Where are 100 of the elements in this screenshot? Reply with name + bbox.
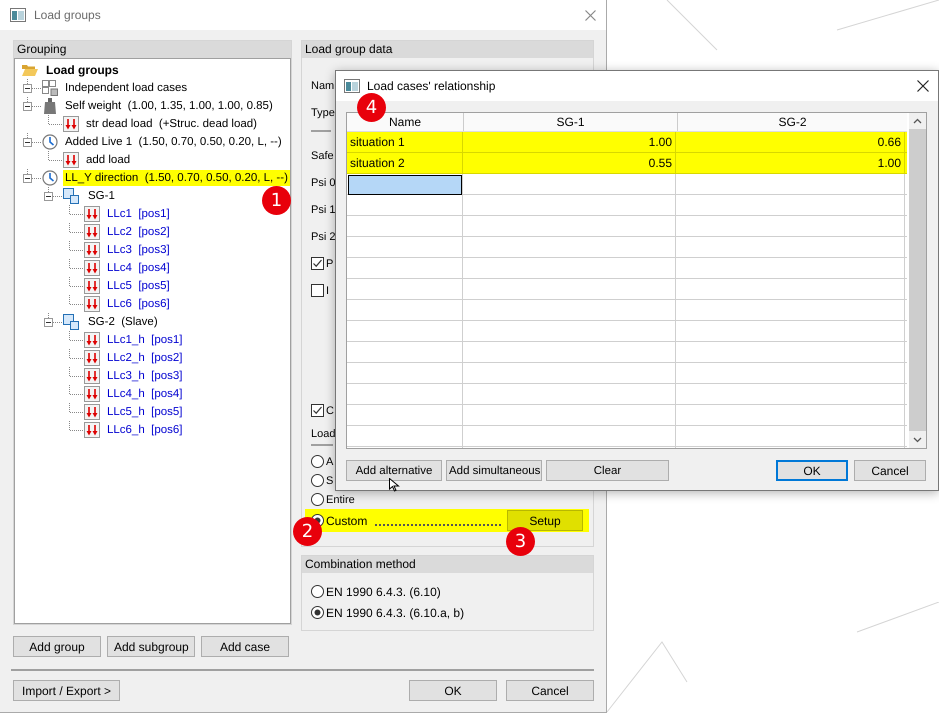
collapse-toggle[interactable] [23, 174, 32, 183]
table-cell[interactable]: 0.66 [676, 132, 905, 152]
window-icon [344, 79, 360, 93]
grid-action-button[interactable]: Add simultaneous [446, 460, 542, 481]
load-arrows-icon [84, 278, 100, 294]
tree-item[interactable]: LLc3_h [pos3] [105, 368, 184, 384]
weight-icon [42, 98, 58, 114]
table-cell[interactable]: situation 2 [347, 153, 463, 173]
radio-button[interactable] [311, 606, 324, 619]
import-export-button[interactable]: Import / Export > [13, 680, 120, 701]
dialog-title: Load cases' relationship [367, 79, 496, 93]
dialog-button[interactable]: OK [776, 460, 848, 481]
tree-item[interactable]: SG-1 [86, 188, 117, 204]
panel-heading: Load group data [305, 42, 392, 56]
radio-button[interactable] [311, 474, 324, 487]
load-arrows-icon [63, 152, 79, 168]
load-arrows-icon [63, 116, 79, 132]
tree-item[interactable]: Self weight (1.00, 1.35, 1.00, 1.00, 0.85) [63, 98, 275, 114]
tree-item[interactable]: add load [84, 152, 132, 168]
column-header[interactable]: SG-1 [464, 113, 678, 131]
tree-item[interactable]: LLc3 [pos3] [105, 242, 172, 258]
checkbox-label: C [326, 404, 334, 416]
table-cell[interactable]: 1.00 [676, 153, 905, 173]
table-cell[interactable]: 1.00 [463, 132, 676, 152]
grid-action-button[interactable]: Add alternative [346, 460, 442, 481]
load-arrows-icon [84, 296, 100, 312]
checkbox-label: P [326, 258, 334, 270]
tree-item[interactable]: LLc4_h [pos4] [105, 386, 184, 402]
dialog-button[interactable]: OK [409, 680, 497, 701]
checkbox[interactable] [311, 284, 324, 297]
checkbox[interactable] [311, 257, 324, 270]
load-arrows-icon [84, 422, 100, 438]
tree-item[interactable]: Load groups [44, 62, 121, 78]
close-icon[interactable] [917, 80, 929, 92]
radio-button[interactable] [311, 493, 324, 506]
collapse-toggle[interactable] [23, 102, 32, 111]
load-arrows-icon [84, 368, 100, 384]
tree-item[interactable]: LLc5_h [pos5] [105, 404, 184, 420]
radio-label: Entire [326, 494, 355, 506]
field-label: Psi 1 [311, 204, 336, 216]
load-arrows-icon [84, 224, 100, 240]
tree-item[interactable]: SG-2 (Slave) [86, 314, 160, 330]
current-cell[interactable] [348, 175, 462, 195]
radio-label: EN 1990 6.4.3. (6.10) [326, 584, 441, 598]
tree-item[interactable]: str dead load (+Struc. dead load) [84, 116, 260, 132]
load-arrows-icon [84, 332, 100, 348]
tree-item[interactable]: LL_Y direction (1.50, 0.70, 0.50, 0.20, L, --) [63, 170, 290, 186]
panel-heading: Grouping [17, 42, 66, 56]
tree-item[interactable]: LLc2 [pos2] [105, 224, 172, 240]
field-label: Safe [311, 150, 334, 162]
tree-item[interactable]: LLc1_h [pos1] [105, 332, 184, 348]
clock-icon [42, 170, 58, 186]
grid-action-button[interactable]: Clear [546, 460, 669, 481]
load-arrows-icon [84, 260, 100, 276]
panel-heading: Combination method [305, 557, 416, 571]
setup-button[interactable]: Setup [507, 510, 583, 531]
column-header[interactable]: SG-2 [678, 113, 907, 131]
load-arrows-icon [84, 242, 100, 258]
radio-button[interactable] [311, 455, 324, 468]
tree-item[interactable]: LLc6 [pos6] [105, 296, 172, 312]
checkbox[interactable] [311, 404, 324, 417]
field-label: Psi 0 [311, 176, 336, 188]
tree-item[interactable]: LLc2_h [pos2] [105, 350, 184, 366]
tree-action-button[interactable]: Add case [201, 636, 289, 657]
radio-label: S [326, 474, 334, 486]
radio-button[interactable] [311, 585, 324, 598]
table-cell[interactable]: situation 1 [347, 132, 463, 152]
table-cell[interactable]: 0.55 [463, 153, 676, 173]
collapse-toggle[interactable] [44, 192, 53, 201]
radio-label: A [326, 456, 334, 468]
field-label: Psi 2 [311, 230, 336, 242]
clock-icon [42, 134, 58, 150]
load-arrows-icon [84, 386, 100, 402]
collapse-toggle[interactable] [44, 318, 53, 327]
window-icon [10, 8, 26, 22]
radio-label: EN 1990 6.4.3. (6.10.a, b) [326, 606, 464, 620]
window-title: Load groups [34, 8, 101, 22]
tree-item[interactable]: LLc5 [pos5] [105, 278, 172, 294]
collapse-toggle[interactable] [23, 138, 32, 147]
tree-item[interactable]: Added Live 1 (1.50, 0.70, 0.50, 0.20, L, --) [63, 134, 284, 150]
collapse-toggle[interactable] [23, 84, 32, 93]
load-arrows-icon [84, 404, 100, 420]
tree-item[interactable]: Independent load cases [63, 80, 190, 96]
tree-action-button[interactable]: Add subgroup [107, 636, 195, 657]
field-label: Nam [311, 80, 334, 92]
tree-action-button[interactable]: Add group [13, 636, 101, 657]
load-arrows-icon [84, 206, 100, 222]
tree-item[interactable]: LLc1 [pos1] [105, 206, 172, 222]
tree-item[interactable]: LLc4 [pos4] [105, 260, 172, 276]
dialog-button[interactable]: Cancel [506, 680, 594, 701]
vertical-scrollbar[interactable] [909, 113, 926, 448]
mouse-pointer-icon [389, 478, 401, 492]
load-arrows-icon [84, 350, 100, 366]
field-label: Type [311, 106, 335, 118]
dialog-button[interactable]: Cancel [854, 460, 926, 481]
radio-label: Custom [326, 514, 368, 528]
subgroup-icon [63, 314, 81, 330]
checkbox-label: I [326, 284, 330, 296]
tree-item[interactable]: LLc6_h [pos6] [105, 422, 184, 438]
section-heading: Load [311, 428, 336, 440]
